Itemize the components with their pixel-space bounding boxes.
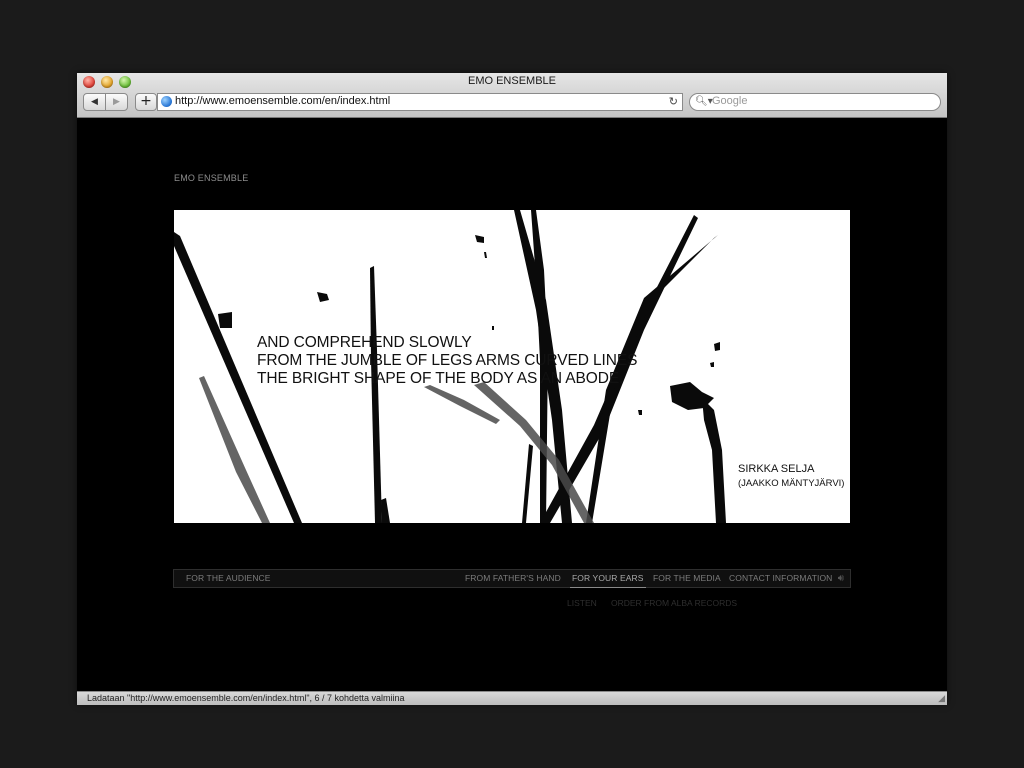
forward-button[interactable]: ▶ — [105, 93, 128, 111]
title-bar: EMO ENSEMBLE ◀ ▶ + http://www.emoensembl… — [77, 73, 947, 118]
hero-quote: AND COMPREHEND SLOWLY FROM THE JUMBLE OF… — [257, 334, 637, 388]
window-title: EMO ENSEMBLE — [467, 75, 557, 87]
nav-from-fathers-hand[interactable]: FROM FATHER'S HAND — [465, 570, 561, 587]
hero-banner: AND COMPREHEND SLOWLY FROM THE JUMBLE OF… — [174, 210, 850, 523]
reload-icon[interactable]: ↻ — [669, 94, 678, 110]
back-button[interactable]: ◀ — [83, 93, 106, 111]
address-input[interactable]: http://www.emoensemble.com/en/index.html — [175, 95, 390, 107]
address-bar[interactable]: http://www.emoensemble.com/en/index.html… — [157, 93, 683, 111]
add-bookmark-button[interactable]: + — [135, 93, 157, 111]
quote-line: FROM THE JUMBLE OF LEGS ARMS CURVED LINE… — [257, 352, 638, 369]
quote-line: AND COMPREHEND SLOWLY — [257, 334, 472, 351]
nav-for-the-audience[interactable]: FOR THE AUDIENCE — [186, 570, 271, 587]
quote-line: THE BRIGHT SHAPE OF THE BODY AS AN ABODE… — [257, 370, 624, 387]
subnav-listen[interactable]: LISTEN — [567, 598, 597, 608]
history-buttons: ◀ ▶ — [83, 93, 128, 111]
search-input[interactable]: Google — [712, 95, 747, 107]
search-field[interactable]: 🔍︎▾ Google — [689, 93, 941, 111]
subnav-order-from-alba-records[interactable]: ORDER FROM ALBA RECORDS — [611, 598, 737, 608]
nav-for-the-media[interactable]: FOR THE MEDIA — [653, 570, 721, 587]
browser-window: EMO ENSEMBLE ◀ ▶ + http://www.emoensembl… — [77, 73, 947, 705]
status-text: Ladataan "http://www.emoensemble.com/en/… — [87, 693, 405, 703]
search-icon[interactable]: 🔍︎▾ — [695, 94, 713, 110]
quote-translator: (JAAKKO MÄNTYJÄRVI) — [738, 478, 845, 489]
page-content: EMO ENSEMBLE AND COMPREHEND SLOWLY FROM … — [77, 118, 947, 691]
site-logo[interactable]: EMO ENSEMBLE — [174, 173, 248, 183]
quote-attribution: SIRKKA SELJA (JAAKKO MÄNTYJÄRVI) — [738, 461, 844, 491]
nav-contact-information[interactable]: CONTACT INFORMATION — [729, 570, 832, 587]
main-navigation: FOR THE AUDIENCE FROM FATHER'S HAND FOR … — [173, 569, 851, 588]
resize-grip-icon[interactable]: ◢ — [938, 693, 945, 705]
nav-for-your-ears[interactable]: FOR YOUR EARS — [570, 570, 646, 588]
status-bar: Ladataan "http://www.emoensemble.com/en/… — [77, 691, 947, 705]
globe-icon — [161, 96, 172, 107]
quote-author: SIRKKA SELJA — [738, 463, 815, 475]
speaker-icon[interactable]: 🔊︎ — [838, 570, 844, 587]
